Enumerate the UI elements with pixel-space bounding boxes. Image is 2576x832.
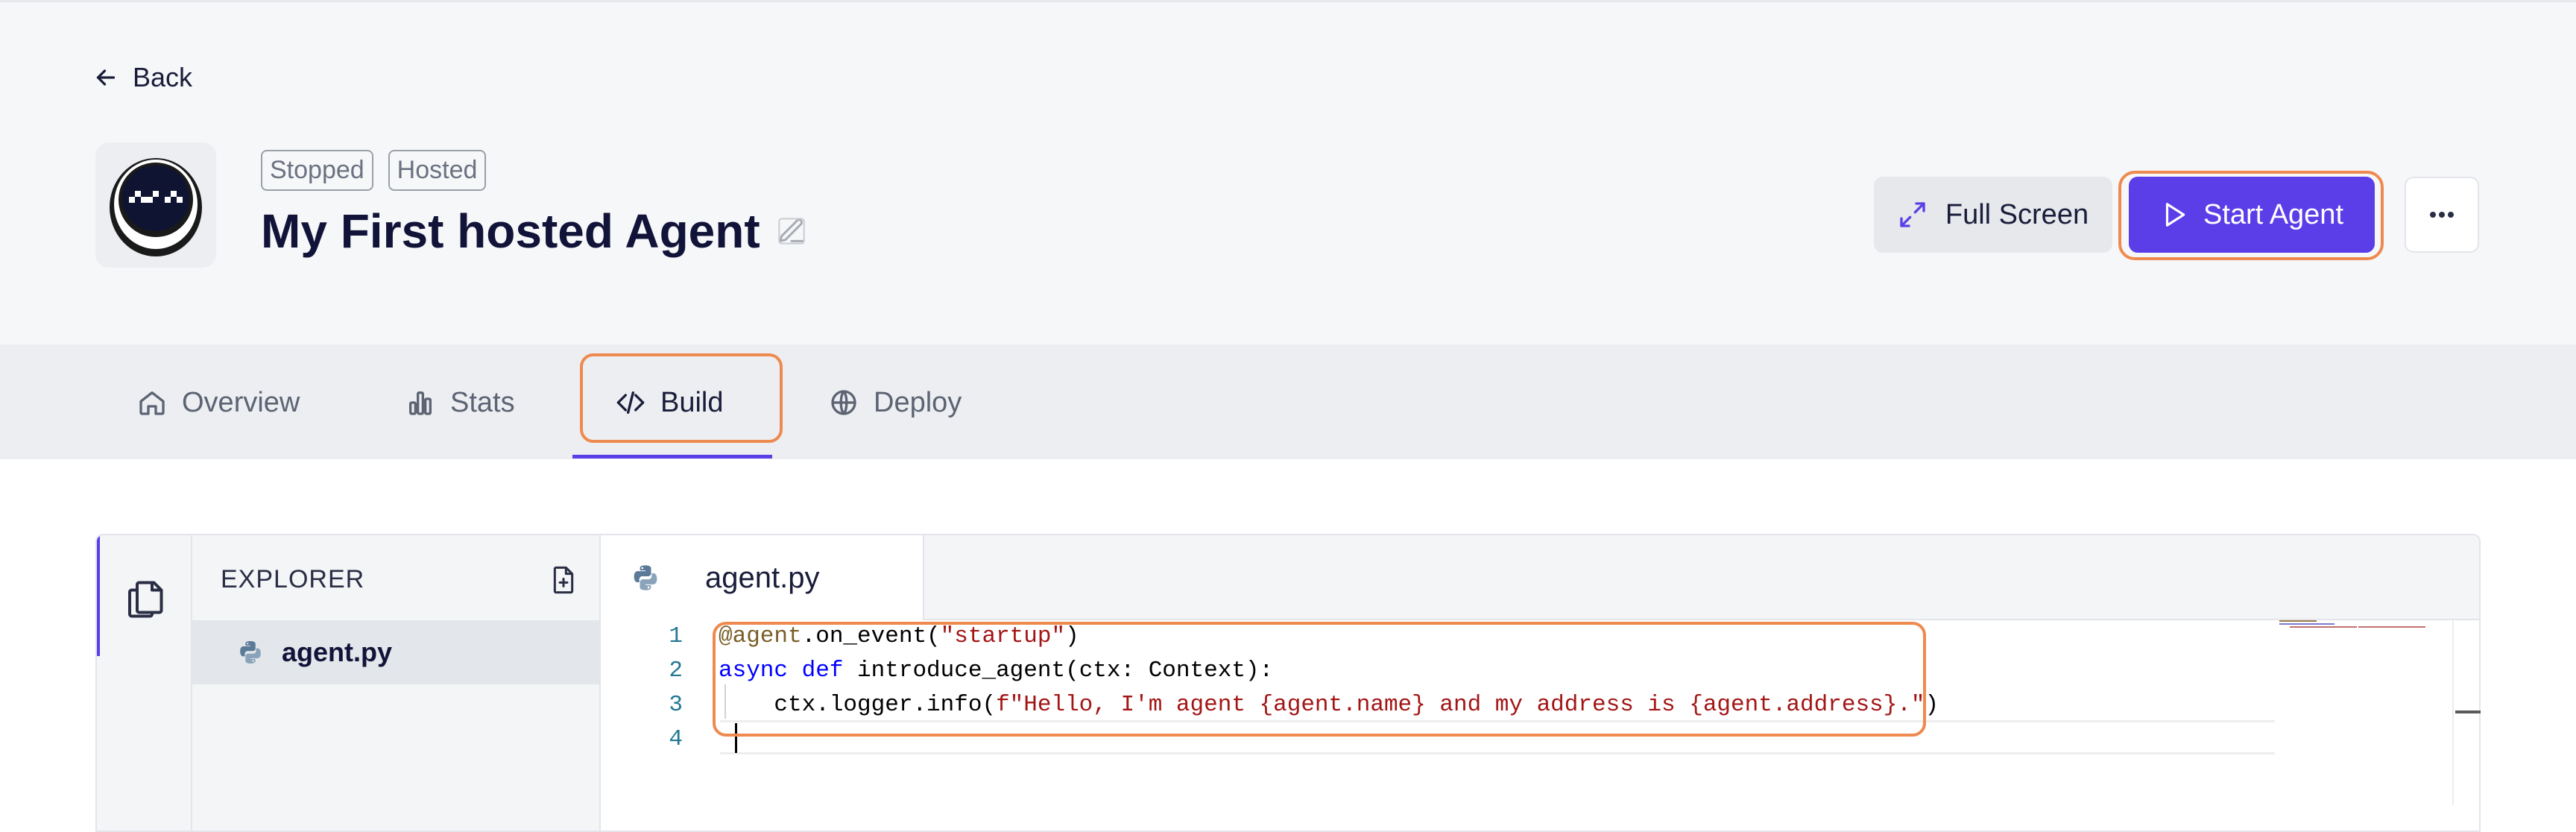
back-link[interactable]: Back (92, 62, 192, 93)
code-icon (616, 391, 645, 414)
tab-build-label: Build (660, 386, 724, 418)
full-screen-button[interactable]: Full Screen (1874, 177, 2112, 253)
minimap[interactable] (2279, 620, 2443, 631)
tab-overview[interactable]: Overview (137, 371, 300, 434)
explorer-title: EXPLORER (221, 565, 365, 593)
active-tab-indicator (572, 455, 772, 458)
editor-file-tab[interactable]: agent.py (601, 535, 924, 620)
editor-tab-strip: agent.py (601, 535, 2479, 620)
expand-icon (1900, 202, 1925, 227)
status-badge-hosted: Hosted (388, 150, 487, 191)
start-agent-label: Start Agent (2203, 198, 2343, 230)
full-screen-label: Full Screen (1945, 198, 2089, 230)
status-badge-stopped: Stopped (261, 150, 373, 191)
files-icon[interactable] (122, 577, 167, 622)
tab-stats[interactable]: Stats (405, 371, 515, 434)
line-number: 3 (669, 692, 683, 718)
agent-title-row: My First hosted Agent (261, 204, 806, 259)
activity-active-marker (97, 535, 100, 656)
play-icon (2165, 203, 2185, 227)
more-options-button[interactable] (2405, 177, 2479, 253)
activity-bar (97, 535, 192, 831)
tab-bar: Overview Stats Build Deploy (0, 344, 2576, 459)
tab-deploy[interactable]: Deploy (829, 371, 962, 434)
line-number: 4 (669, 726, 683, 752)
vertical-scrollbar[interactable] (2452, 620, 2454, 805)
explorer-file-name: agent.py (282, 637, 393, 667)
tab-deploy-label: Deploy (874, 386, 962, 418)
agent-name: My First hosted Agent (261, 204, 760, 258)
arrow-left-icon (96, 69, 116, 86)
home-icon (139, 391, 165, 415)
tab-stats-label: Stats (450, 386, 515, 418)
globe-icon (831, 390, 856, 415)
tab-overview-label: Overview (182, 386, 300, 418)
bar-chart-icon (409, 391, 432, 415)
explorer-panel: EXPLORER agent.py (192, 535, 601, 831)
more-horizontal-icon (2430, 212, 2454, 218)
scrollbar-cursor-marker (2455, 710, 2481, 713)
python-file-icon (240, 641, 261, 664)
line-number: 2 (669, 658, 683, 684)
status-badges: Stopped Hosted (261, 150, 487, 191)
explorer-file-item[interactable]: agent.py (192, 620, 599, 684)
edit-pencil-icon[interactable] (777, 216, 806, 246)
agent-header: Back Stopped Hosted My First hosted Agen… (0, 0, 2576, 344)
line-number: 1 (669, 623, 683, 649)
start-agent-button[interactable]: Start Agent (2129, 177, 2375, 253)
editor-file-tab-label: agent.py (705, 561, 820, 594)
python-file-icon (634, 565, 657, 590)
agent-avatar (95, 142, 216, 268)
code-highlight (713, 622, 1926, 737)
tab-build[interactable]: Build (616, 371, 724, 434)
back-label: Back (133, 62, 193, 92)
new-file-icon[interactable] (549, 565, 578, 595)
robot-avatar-icon (110, 158, 202, 256)
